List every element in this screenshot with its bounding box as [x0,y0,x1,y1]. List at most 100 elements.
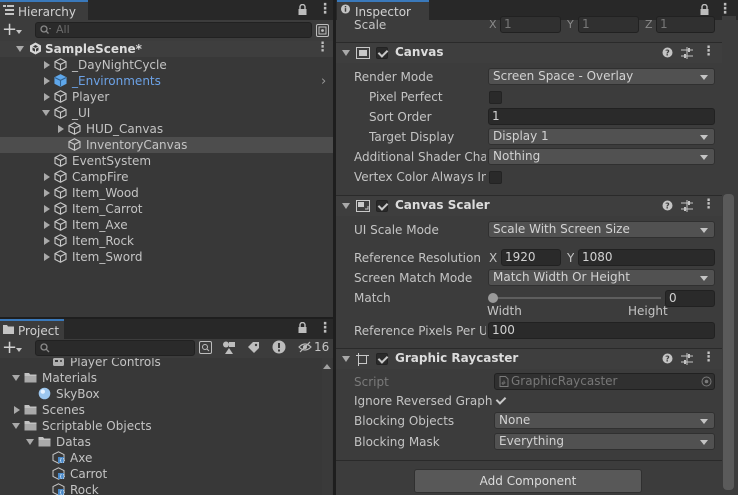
expand-arrow-icon[interactable] [44,205,50,213]
chevron-right-icon[interactable]: › [321,74,326,89]
hierarchy-item[interactable]: Item_Axe [0,217,333,233]
blocking-objects-dropdown[interactable]: None [494,412,715,429]
project-item[interactable]: Scenes [0,402,320,418]
scroll-up-arrow-icon[interactable] [323,364,331,369]
project-create-dropdown-icon[interactable] [16,348,22,352]
pixel-perfect-checkbox[interactable] [489,91,502,104]
project-item[interactable]: Materials [0,370,320,386]
expand-arrow-icon[interactable] [44,189,50,197]
hierarchy-item[interactable]: Item_Sword [0,249,333,265]
raycaster-foldout-arrow-icon[interactable] [342,356,350,362]
tab-hierarchy[interactable]: Hierarchy [0,0,88,20]
presets-icon[interactable] [681,47,693,59]
raycaster-presets-icon[interactable] [681,353,693,365]
canvas-scaler-help-icon[interactable]: ? [662,200,673,211]
object-picker-icon[interactable] [701,376,712,387]
scene-row[interactable]: SampleScene* ⋮ [0,40,333,57]
raycaster-enabled-checkbox[interactable] [376,353,388,365]
canvas-enabled-checkbox[interactable] [376,47,388,59]
reference-ppu-field[interactable]: 100 [488,322,715,339]
blocking-mask-dropdown[interactable]: Everything [494,433,715,450]
expand-arrow-icon[interactable] [58,125,64,133]
hierarchy-item[interactable]: InventoryCanvas [0,137,333,153]
project-scrollbar[interactable] [322,358,332,495]
expand-arrow-icon[interactable] [44,237,50,245]
canvas-foldout-arrow-icon[interactable] [342,50,350,56]
inspector-kebab-icon[interactable]: ⋮ [718,1,732,17]
scene-kebab-icon[interactable]: ⋮ [316,40,329,56]
project-item[interactable]: {} Axe [0,450,320,466]
hierarchy-item[interactable]: HUD_Canvas [0,121,333,137]
canvas-scaler-enabled-checkbox[interactable] [376,200,388,212]
inspector-scrollbar-thumb[interactable] [723,194,734,490]
canvas-scaler-kebab-icon[interactable]: ⋮ [702,197,715,212]
project-lock-icon[interactable] [298,322,307,333]
ignore-reversed-checkbox[interactable] [495,395,508,408]
screen-match-mode-dropdown[interactable]: Match Width Or Height [488,269,715,286]
expand-arrow-icon[interactable] [44,77,50,85]
expand-arrow-icon[interactable] [14,406,20,414]
project-item[interactable]: {} Rock [0,482,320,495]
tab-inspector[interactable]: Inspector [337,0,429,20]
hierarchy-item[interactable]: Item_Carrot [0,201,333,217]
canvas-scaler-presets-icon[interactable] [681,200,693,212]
canvas-kebab-icon[interactable]: ⋮ [702,44,715,59]
expand-arrow-icon[interactable] [16,46,24,52]
expand-arrow-icon[interactable] [44,253,50,261]
match-value-field[interactable]: 0 [665,290,715,307]
canvas-scaler-header[interactable]: Canvas Scaler ? ⋮ [336,195,722,216]
target-display-dropdown[interactable]: Display 1 [488,128,715,145]
vertex-color-checkbox[interactable] [489,171,502,184]
canvas-component-header[interactable]: Canvas ? ⋮ [336,42,722,63]
match-slider-track[interactable] [493,297,661,299]
expand-arrow-icon[interactable] [44,61,50,69]
scale-z-field[interactable]: 1 [656,16,715,33]
collapse-arrow-icon[interactable] [42,110,50,116]
project-create-button[interactable]: + [2,337,17,358]
hierarchy-search-input[interactable]: All [35,22,312,38]
expand-arrow-icon[interactable] [44,93,50,101]
sort-order-field[interactable]: 1 [488,108,715,125]
raycaster-kebab-icon[interactable]: ⋮ [702,350,715,365]
kebab-menu-icon[interactable]: ⋮ [318,1,332,17]
hierarchy-item[interactable]: Player [0,89,333,105]
scale-y-field[interactable]: 1 [578,16,639,33]
hierarchy-item[interactable]: CampFire [0,169,333,185]
hierarchy-item[interactable]: _DayNightCycle [0,57,333,73]
hierarchy-item[interactable]: Item_Rock [0,233,333,249]
project-search-input[interactable] [35,340,195,356]
filter-by-label-icon[interactable] [247,341,260,354]
hierarchy-item[interactable]: _UI [0,105,333,121]
lock-icon[interactable] [298,4,307,15]
filter-by-type-icon[interactable] [222,341,236,354]
ref-y-field[interactable]: 1080 [578,249,715,266]
collapse-arrow-icon[interactable] [26,439,34,445]
help-icon[interactable]: ? [662,47,673,58]
search-by-type-icon[interactable] [199,341,212,354]
render-mode-dropdown[interactable]: Screen Space - Overlay [488,68,715,85]
create-dropdown-arrow-icon[interactable] [16,30,22,34]
canvas-scaler-foldout-arrow-icon[interactable] [342,203,350,209]
graphic-raycaster-header[interactable]: Graphic Raycaster ? ⋮ [336,348,722,369]
ui-scale-mode-dropdown[interactable]: Scale With Screen Size [488,221,715,238]
project-item[interactable]: {} Carrot [0,466,320,482]
hierarchy-item[interactable]: EventSystem [0,153,333,169]
hierarchy-item[interactable]: Item_Wood [0,185,333,201]
project-item[interactable]: Player Controls [0,358,320,370]
project-item[interactable]: Scriptable Objects [0,418,320,434]
hidden-packages-icon[interactable] [298,341,312,353]
shader-channels-dropdown[interactable]: Nothing [488,148,715,165]
collapse-arrow-icon[interactable] [12,375,20,381]
expand-arrow-icon[interactable] [44,173,50,181]
tab-project[interactable]: Project [0,319,64,339]
project-item[interactable]: Datas [0,434,320,450]
add-component-button[interactable]: Add Component [414,469,642,493]
scale-x-field[interactable]: 1 [500,16,561,33]
project-kebab-icon[interactable]: ⋮ [318,320,332,336]
ref-x-field[interactable]: 1920 [501,249,561,266]
raycaster-help-icon[interactable]: ? [662,353,673,364]
inspector-lock-icon[interactable] [700,4,709,15]
expand-arrow-icon[interactable] [44,221,50,229]
collapse-arrow-icon[interactable] [12,423,20,429]
scene-visibility-icon[interactable] [316,24,329,37]
